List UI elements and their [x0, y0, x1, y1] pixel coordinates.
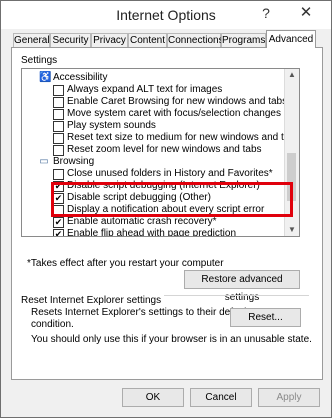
tab-general[interactable]: General	[13, 33, 50, 47]
checkbox[interactable]	[53, 121, 64, 132]
settings-label: Settings	[21, 55, 58, 66]
checkbox-checked[interactable]: ✔	[53, 229, 64, 236]
apply-button[interactable]: Apply	[258, 388, 320, 407]
tab-connections[interactable]: Connections	[167, 33, 224, 47]
reset-section-label: Reset Internet Explorer settings	[21, 295, 165, 306]
title-bar: Internet Options ? ✕	[1, 1, 331, 29]
restart-note: *Takes effect after you restart your com…	[27, 258, 224, 269]
reset-warning: You should only use this if your browser…	[31, 334, 312, 345]
reset-description-line1: Resets Internet Explorer's settings to t…	[31, 307, 250, 318]
checkbox[interactable]	[53, 85, 64, 96]
reset-description-line2: condition.	[31, 319, 74, 330]
close-icon[interactable]: ✕	[295, 3, 317, 23]
scroll-up-icon[interactable]: ▲	[285, 69, 299, 81]
accessibility-icon: ♿	[39, 72, 52, 83]
red-highlight-box	[51, 182, 293, 217]
window-title: Internet Options	[116, 7, 216, 23]
tab-security[interactable]: Security	[50, 33, 91, 47]
checkbox[interactable]	[53, 97, 64, 108]
cancel-button[interactable]: Cancel	[190, 388, 252, 407]
checkbox[interactable]	[53, 133, 64, 144]
restore-advanced-settings-button[interactable]: Restore advanced settings	[184, 270, 300, 303]
internet-options-window: Internet Options ? ✕ General Security Pr…	[0, 0, 332, 418]
tab-advanced[interactable]: Advanced	[266, 30, 316, 48]
tab-content[interactable]: Content	[128, 33, 167, 47]
reset-button[interactable]: Reset...	[230, 308, 301, 327]
tab-programs[interactable]: Programs	[221, 33, 266, 47]
checkbox[interactable]	[53, 145, 64, 156]
ok-button[interactable]: OK	[122, 388, 184, 407]
scroll-down-icon[interactable]: ▼	[285, 224, 299, 236]
checkbox[interactable]	[53, 169, 64, 180]
checkbox-checked[interactable]: ✔	[53, 217, 64, 228]
browsing-icon: ▭	[39, 156, 49, 167]
tab-privacy[interactable]: Privacy	[91, 33, 128, 47]
checkbox[interactable]	[53, 109, 64, 120]
help-icon[interactable]: ?	[255, 3, 277, 23]
